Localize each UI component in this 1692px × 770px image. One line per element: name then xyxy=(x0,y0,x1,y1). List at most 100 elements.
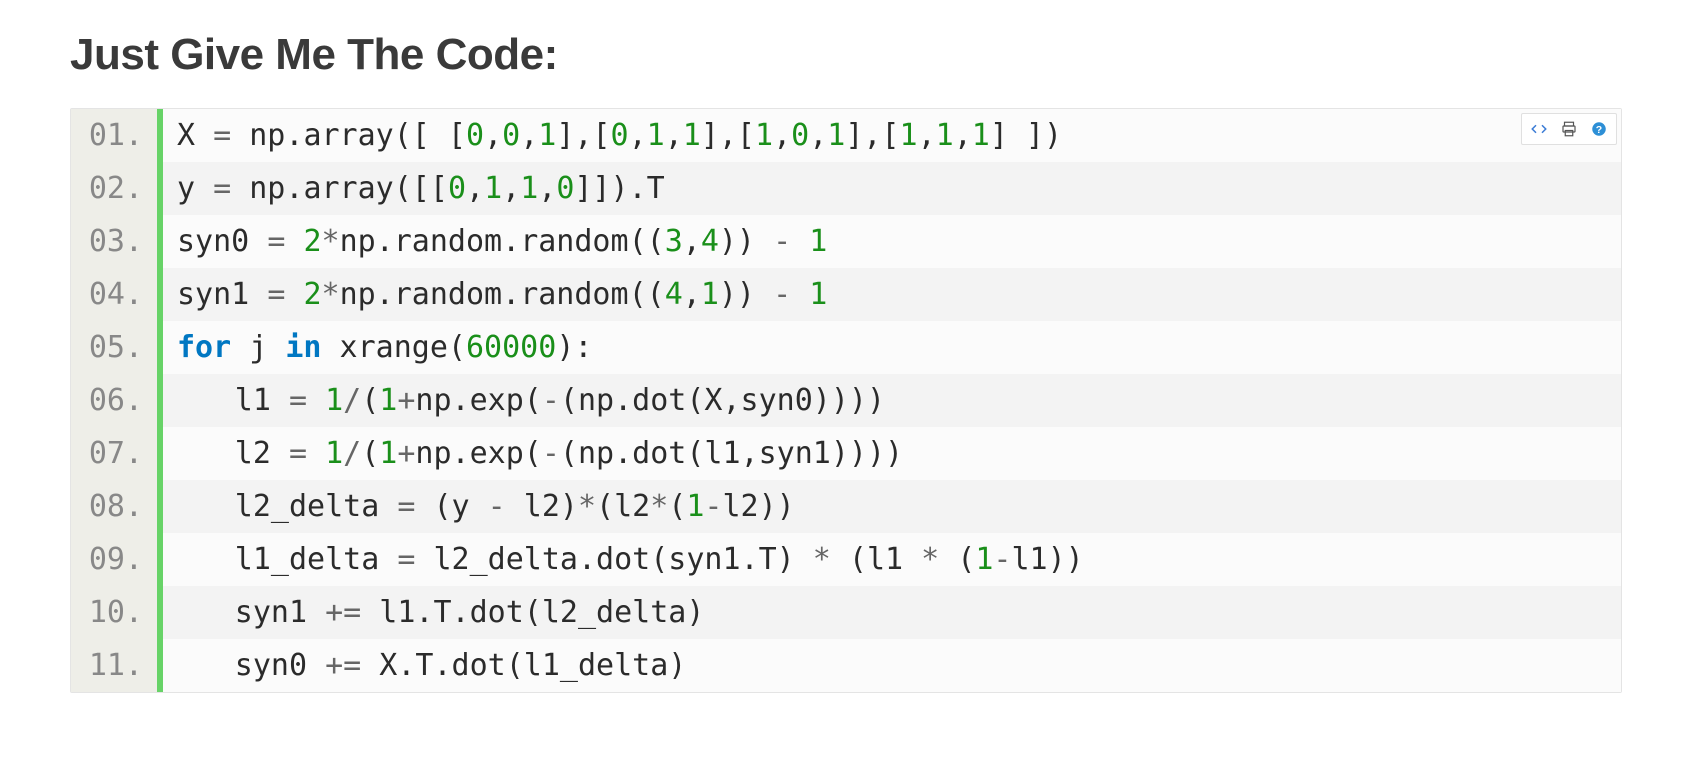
code-token: array xyxy=(303,171,393,206)
code-token: T xyxy=(647,171,665,206)
code-token: y xyxy=(177,171,213,206)
code-token: )) xyxy=(719,224,773,259)
line-number: 06. xyxy=(71,374,157,427)
code-token: 2 xyxy=(303,277,321,312)
code-token: ( xyxy=(361,383,379,418)
code-token: l2)) xyxy=(722,489,794,524)
code-token: 1 xyxy=(484,171,502,206)
code-token: 3 xyxy=(665,224,683,259)
view-source-icon[interactable] xyxy=(1528,118,1550,140)
code-token: 1 xyxy=(972,118,990,153)
code-token: syn1 xyxy=(235,595,325,630)
code-token: 1 xyxy=(538,118,556,153)
code-token: , xyxy=(520,118,538,153)
code-token: dot xyxy=(470,595,524,630)
code-token: 0 xyxy=(502,118,520,153)
code-token: 2 xyxy=(303,224,321,259)
code-line: 08.l2_delta = (y - l2)*(l2*(1-l2)) xyxy=(71,480,1621,533)
print-icon[interactable] xyxy=(1558,118,1580,140)
code-token xyxy=(307,383,325,418)
code-line: 06.l1 = 1/(1+np.exp(-(np.dot(X,syn0)))) xyxy=(71,374,1621,427)
code-token: j xyxy=(231,330,285,365)
code-token: ],[ xyxy=(556,118,610,153)
code-token: 1 xyxy=(520,171,538,206)
code-content: l2_delta = (y - l2)*(l2*(1-l2)) xyxy=(163,480,1621,533)
code-token: , xyxy=(466,171,484,206)
code-token: random xyxy=(394,224,502,259)
code-line: 03.syn0 = 2*np.random.random((3,4)) - 1 xyxy=(71,215,1621,268)
code-token: dot xyxy=(632,383,686,418)
line-number: 11. xyxy=(71,639,157,692)
code-token: (l2_delta) xyxy=(524,595,705,630)
code-token: 1 xyxy=(379,436,397,471)
code-token: X xyxy=(361,648,397,683)
code-token: - xyxy=(773,224,791,259)
code-token: . xyxy=(452,383,470,418)
code-line: 09.l1_delta = l2_delta.dot(syn1.T) * (l1… xyxy=(71,533,1621,586)
code-token: np xyxy=(415,383,451,418)
code-token: np xyxy=(340,277,376,312)
code-token: 1 xyxy=(325,383,343,418)
code-token: = xyxy=(397,542,415,577)
code-token: * xyxy=(650,489,668,524)
code-line: 05.for j in xrange(60000): xyxy=(71,321,1621,374)
code-token: * xyxy=(322,277,340,312)
code-token xyxy=(285,277,303,312)
code-token: ( xyxy=(939,542,975,577)
code-token: = xyxy=(289,436,307,471)
code-token: l1_delta xyxy=(235,542,398,577)
code-token: * xyxy=(921,542,939,577)
code-token: random xyxy=(520,277,628,312)
code-token: . xyxy=(741,542,759,577)
code-token: . xyxy=(502,224,520,259)
code-token: l1 xyxy=(235,383,289,418)
code-token: for xyxy=(177,330,231,365)
code-token: = xyxy=(343,648,361,683)
code-content: syn0 = 2*np.random.random((3,4)) - 1 xyxy=(163,215,1621,268)
code-token: exp xyxy=(470,383,524,418)
code-token: - xyxy=(542,436,560,471)
code-content: syn1 = 2*np.random.random((4,1)) - 1 xyxy=(163,268,1621,321)
code-token: = xyxy=(213,118,231,153)
code-token: (l1_delta) xyxy=(506,648,687,683)
code-token: 1 xyxy=(379,383,397,418)
code-token: (X,syn0)))) xyxy=(686,383,885,418)
code-line: 02.y = np.array([[0,1,1,0]]).T xyxy=(71,162,1621,215)
code-token: np xyxy=(231,171,285,206)
code-token: ],[ xyxy=(845,118,899,153)
code-token: 0 xyxy=(466,118,484,153)
code-token: array xyxy=(303,118,393,153)
code-token: , xyxy=(773,118,791,153)
code-token: xrange( xyxy=(322,330,467,365)
code-content: l2 = 1/(1+np.exp(-(np.dot(l1,syn1)))) xyxy=(163,427,1621,480)
article-section: Just Give Me The Code: ? xyxy=(0,0,1692,733)
code-token: exp xyxy=(470,436,524,471)
code-token: . xyxy=(397,648,415,683)
help-icon[interactable]: ? xyxy=(1588,118,1610,140)
code-line: 04.syn1 = 2*np.random.random((4,1)) - 1 xyxy=(71,268,1621,321)
code-token: (l1 xyxy=(831,542,921,577)
line-number: 07. xyxy=(71,427,157,480)
code-token: l2_delta xyxy=(235,489,398,524)
section-heading: Just Give Me The Code: xyxy=(70,30,1622,80)
line-number: 09. xyxy=(71,533,157,586)
code-token: 1 xyxy=(827,118,845,153)
code-token: , xyxy=(629,118,647,153)
code-token: ([[ xyxy=(394,171,448,206)
line-number: 08. xyxy=(71,480,157,533)
code-token: / xyxy=(343,383,361,418)
code-token: 1 xyxy=(936,118,954,153)
code-content: syn0 += X.T.dot(l1_delta) xyxy=(163,639,1621,692)
code-content: for j in xrange(60000): xyxy=(163,321,1621,374)
code-token: + xyxy=(325,648,343,683)
code-token: . xyxy=(614,383,632,418)
code-token: T) xyxy=(759,542,813,577)
code-token: ): xyxy=(556,330,592,365)
code-token: (( xyxy=(629,277,665,312)
code-token: . xyxy=(614,436,632,471)
code-token: = xyxy=(343,595,361,630)
code-token: , xyxy=(484,118,502,153)
code-token: - xyxy=(542,383,560,418)
code-token: , xyxy=(809,118,827,153)
code-token: = xyxy=(267,277,285,312)
